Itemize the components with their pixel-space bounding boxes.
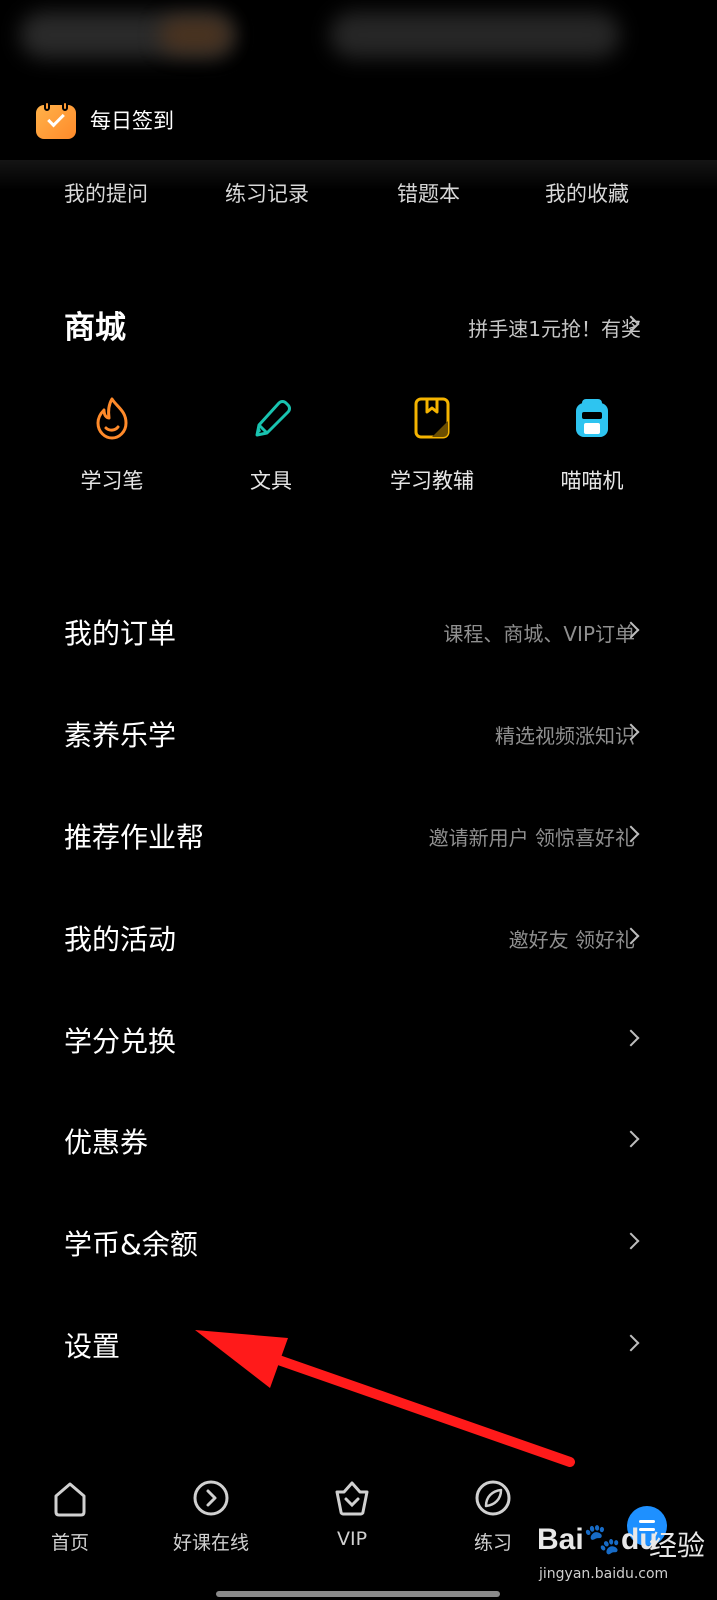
watermark-url: jingyan.baidu.com (539, 1566, 669, 1582)
vip-basket-icon (335, 1481, 369, 1516)
play-icon (193, 1480, 229, 1516)
menu-item-title: 设置 (64, 1330, 121, 1363)
menu-item-literacy[interactable]: 素养乐学 精选视频涨知识 (0, 682, 717, 782)
menu-item-subtitle: 课程、商城、VIP订单 (443, 622, 635, 646)
mall-item-label: 喵喵机 (560, 469, 624, 493)
menu-item-orders[interactable]: 我的订单 课程、商城、VIP订单 (0, 580, 717, 680)
mall-item-stationery[interactable]: 文具 (211, 395, 331, 505)
home-indicator[interactable] (216, 1591, 500, 1597)
menu-item-coupons[interactable]: 优惠券 (0, 1089, 717, 1189)
mall-item-label: 文具 (250, 469, 292, 493)
calendar-check-icon (36, 101, 76, 139)
jingyan-text: 经验 (649, 1529, 706, 1562)
daily-checkin-button[interactable]: 每日签到 (36, 100, 174, 140)
chevron-right-icon (622, 1334, 640, 1352)
menu-item-subtitle: 邀好友 领好礼 (508, 928, 635, 952)
baidu-logo: Bai🐾du (537, 1523, 658, 1556)
menu-item-title: 我的活动 (64, 923, 177, 956)
home-icon (54, 1482, 86, 1517)
nav-label: 好课在线 (172, 1532, 249, 1554)
menu-item-subtitle: 邀请新用户 领惊喜好礼 (428, 826, 635, 850)
quick-link-mistakes[interactable]: 错题本 (397, 178, 460, 208)
menu-item-title: 我的订单 (64, 617, 177, 650)
nav-home[interactable]: 首页 (0, 1478, 140, 1578)
menu-item-coins-balance[interactable]: 学币&余额 (0, 1191, 717, 1291)
quick-link-favorites[interactable]: 我的收藏 (545, 178, 629, 208)
baidu-jingyan-watermark: Bai🐾du 经验 jingyan.baidu.com (537, 1508, 712, 1588)
printer-icon (576, 399, 608, 437)
daily-checkin-label: 每日签到 (90, 109, 174, 133)
menu-item-recommend[interactable]: 推荐作业帮 邀请新用户 领惊喜好礼 (0, 784, 717, 884)
menu-item-title: 学币&余额 (64, 1228, 198, 1261)
nav-vip[interactable]: VIP (282, 1478, 422, 1578)
book-icon (414, 397, 450, 439)
mall-item-label: 学习教辅 (390, 469, 474, 493)
flame-icon (96, 397, 128, 440)
mall-title: 商城 (64, 310, 126, 346)
menu-item-title: 素养乐学 (64, 719, 177, 752)
menu-item-activities[interactable]: 我的活动 邀好友 领好礼 (0, 886, 717, 986)
mall-promo-text: 拼手速1元抢！有奖 (468, 317, 641, 341)
leaf-icon (475, 1480, 511, 1516)
menu-item-title: 学分兑换 (64, 1025, 177, 1058)
page: 每日签到 我的提问 练习记录 错题本 我的收藏 商城 拼手速1元抢！有奖 学习笔… (0, 0, 717, 1600)
nav-label: VIP (336, 1528, 368, 1550)
mall-item-label: 学习笔 (80, 469, 144, 493)
chevron-right-icon (622, 1130, 640, 1148)
menu-item-subtitle: 精选视频涨知识 (495, 724, 635, 748)
chevron-right-icon (622, 1232, 640, 1250)
nav-label: 首页 (50, 1532, 89, 1554)
mall-item-pen[interactable]: 学习笔 (52, 395, 172, 505)
menu-item-title: 优惠券 (64, 1126, 149, 1159)
mall-item-printer[interactable]: 喵喵机 (532, 395, 652, 505)
blurred-header (0, 0, 717, 70)
nav-courses[interactable]: 好课在线 (141, 1478, 281, 1578)
menu-item-settings[interactable]: 设置 (0, 1293, 717, 1393)
quick-links: 我的提问 练习记录 错题本 我的收藏 (0, 178, 717, 218)
quick-link-practice-records[interactable]: 练习记录 (225, 178, 309, 208)
menu-item-credit-exchange[interactable]: 学分兑换 (0, 988, 717, 1088)
mall-item-tutoring[interactable]: 学习教辅 (372, 395, 492, 505)
chevron-right-icon (622, 1029, 640, 1047)
menu-item-title: 推荐作业帮 (64, 821, 205, 854)
pencil-icon (255, 400, 291, 437)
quick-link-questions[interactable]: 我的提问 (64, 178, 148, 208)
